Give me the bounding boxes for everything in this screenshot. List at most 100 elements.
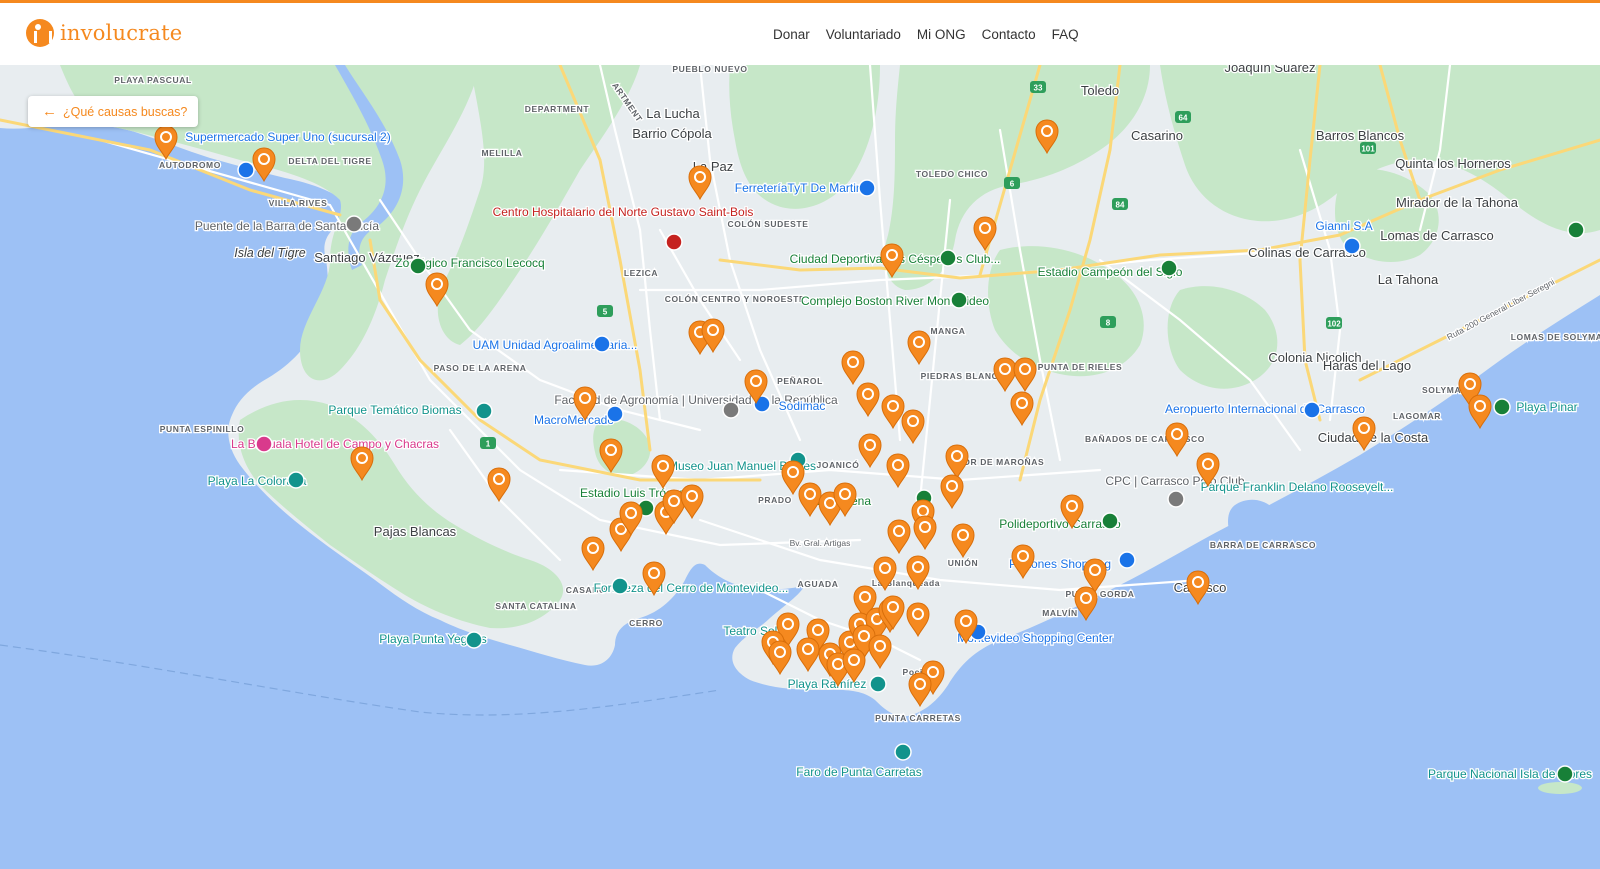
map-label: Casarino [1131,128,1183,143]
brand-name: involucrate [60,21,183,45]
poi-marker-icon [475,402,493,420]
map-label: Toledo [1081,83,1119,98]
poi-marker-icon [950,291,968,309]
nav-faq[interactable]: FAQ [1052,27,1079,42]
map-label: Sodimac [779,399,826,413]
poi-marker-icon [409,257,427,275]
map-svg[interactable]: Joaquín Suarez Toledo Casarino Barros Blanc… [0,65,1600,869]
map-label: Pajas Blancas [374,524,457,539]
route-shield: 8 [1100,316,1116,328]
map-label: Joaquín Suarez [1224,65,1315,75]
map-label: LOMAS DE SOLYMAR [1511,332,1600,342]
map-label: MELILLA [481,148,522,158]
poi-marker-icon [1167,490,1185,508]
poi-marker-icon [939,249,957,267]
map-label: PEÑAROL [777,376,823,386]
map-label: BARRA DE CARRASCO [1210,540,1316,550]
cause-filter-label: ¿Qué causas buscas? [63,104,188,119]
logo-icon [26,19,54,47]
map-label: DEPARTMENT [525,104,590,114]
route-shield-number: 6 [1010,180,1015,189]
route-shield-number: 101 [1361,145,1375,154]
map-label: LAGOMAR [1393,411,1441,421]
map-label: UAM Unidad Agroalimentaria... [473,338,638,352]
map-label: Mirador de la Tahona [1396,195,1519,210]
map-label: Parque Temático Biomas [328,403,461,417]
map-label: SANTA CATALINA [495,601,576,611]
route-shield-number: 64 [1179,114,1188,123]
map-label: La Tahona [1378,272,1439,287]
map-label: AGUADA [798,579,839,589]
map-label: PUNTA CARRETAS [875,713,961,723]
poi-marker-icon [1556,765,1574,783]
poi-marker-icon [465,631,483,649]
map-label: Barrio Cópola [632,126,712,141]
map-label: Isla del Tigre [234,246,305,260]
map-label: PRADO [758,495,792,505]
map-label: PUNTA DE RIELES [1038,362,1123,372]
poi-marker-icon [665,233,683,251]
brand-logo[interactable]: involucrate [26,19,182,47]
poi-marker-icon [1101,512,1119,530]
poi-marker-icon [894,743,912,761]
map-label: La Lucha [646,106,700,121]
map-canvas[interactable]: Joaquín Suarez Toledo Casarino Barros Blanc… [0,65,1600,869]
map-label: MALVÍN [1042,608,1078,618]
nav-donar[interactable]: Donar [773,27,810,42]
route-shield: 84 [1112,198,1128,210]
map-label: UNIÓN [948,557,978,568]
map-label: LEZICA [624,268,658,278]
map-label: PUNTA ESPINILLO [160,424,245,434]
map-label: JOANICÓ [817,459,860,470]
map-label: AUTODROMO [159,160,221,170]
map-label: Playa Pinar [1516,400,1577,414]
poi-marker-icon [1160,259,1178,277]
nav-contacto[interactable]: Contacto [982,27,1036,42]
poi-marker-icon [287,471,305,489]
poi-marker-icon [869,675,887,693]
poi-marker-icon [858,179,876,197]
route-shield: 5 [597,305,613,317]
map-label: Supermercado Super Uno (sucursal 2) [185,130,390,144]
arrow-left-icon: ← [42,103,57,120]
map-label: Aeropuerto Internacional de Carrasco [1165,402,1365,416]
route-shield: 101 [1360,142,1376,154]
cause-filter-button[interactable]: ← ¿Qué causas buscas? [28,96,198,127]
route-shield-number: 1 [486,440,491,449]
route-shield-number: 84 [1116,201,1125,210]
map-label: DELTA DEL TIGRE [288,156,371,166]
poi-marker-icon [611,577,629,595]
route-shield: 33 [1030,81,1046,93]
poi-marker-icon [606,405,624,423]
poi-marker-icon [255,435,273,453]
map-label: TOLEDO CHICO [916,169,988,179]
map-label: Barros Blancos [1316,128,1405,143]
route-shield-number: 5 [603,308,608,317]
poi-marker-icon [237,161,255,179]
poi-marker-icon [1118,551,1136,569]
map-label: CERRO [629,618,663,628]
map-label: Haras del Lago [1323,358,1411,373]
route-shield: 6 [1004,177,1020,189]
poi-marker-icon [1303,401,1321,419]
map-label: MacroMercado [534,413,614,427]
nav-mi-ong[interactable]: Mi ONG [917,27,966,42]
route-shield-number: 33 [1034,84,1043,93]
map-label: Lomas de Carrasco [1380,228,1493,243]
map-label: COLÓN SUDESTE [727,218,808,229]
isla-de-flores [1538,782,1582,794]
map-label: COLÓN CENTRO Y NOROESTE [665,293,806,304]
map-label: VILLA RIVES [269,198,328,208]
map-label: Parque Franklin Delano Roosevelt... [1201,480,1394,494]
poi-marker-icon [345,215,363,233]
route-shield-number: 8 [1106,319,1111,328]
poi-marker-icon [722,401,740,419]
route-shield: 64 [1175,111,1191,123]
map-label: PLAYA PASCUAL [114,75,192,85]
nav-voluntariado[interactable]: Voluntariado [826,27,901,42]
route-shield: 102 [1326,317,1342,329]
site-header: involucrate Donar Voluntariado Mi ONG Co… [0,0,1600,65]
poi-marker-icon [593,335,611,353]
poi-marker-icon [1343,237,1361,255]
map-label: PASO DE LA ARENA [434,363,527,373]
